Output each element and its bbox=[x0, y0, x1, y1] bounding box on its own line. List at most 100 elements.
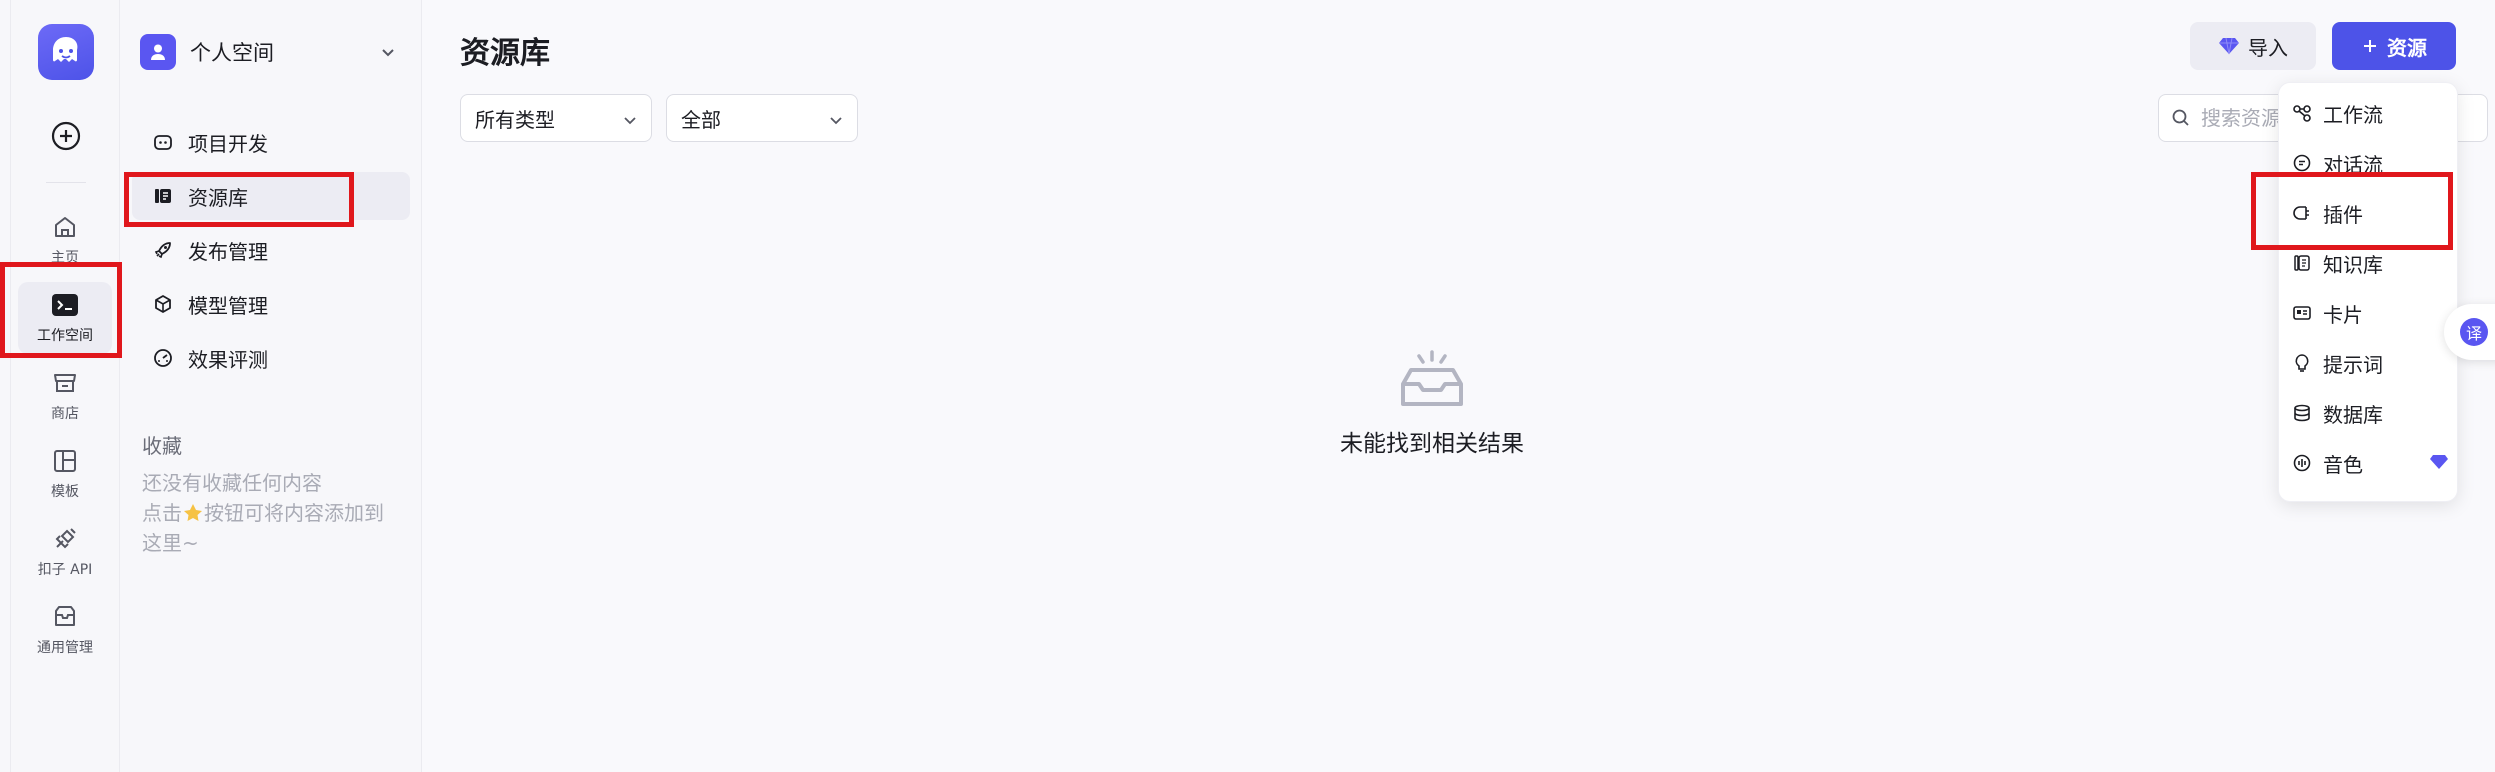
page-title: 资源库 bbox=[460, 36, 550, 71]
scope-filter-select[interactable]: 全部 bbox=[666, 94, 858, 142]
store-icon bbox=[54, 374, 76, 392]
rail-item-home[interactable]: 主页 bbox=[18, 204, 112, 276]
menu-item-card[interactable]: 卡片 bbox=[2279, 289, 2459, 337]
nav-item-label: 发布管理 bbox=[188, 239, 268, 264]
inbox-icon bbox=[55, 606, 75, 626]
import-label: 导入 bbox=[2248, 35, 2288, 60]
space-name: 个人空间 bbox=[190, 41, 274, 65]
space-switcher[interactable]: 个人空间 bbox=[140, 30, 402, 74]
menu-item-knowledge[interactable]: 知识库 bbox=[2279, 239, 2459, 287]
user-icon bbox=[151, 44, 165, 60]
menu-item-label: 对话流 bbox=[2323, 152, 2383, 177]
terminal-icon bbox=[52, 294, 78, 316]
menu-item-chatflow[interactable]: 对话流 bbox=[2279, 139, 2459, 187]
favorites-empty-text: 还没有收藏任何内容 点击 按钮可将内容添加到 这里~ bbox=[142, 468, 412, 558]
home-icon bbox=[55, 217, 75, 237]
menu-item-label: 提示词 bbox=[2323, 352, 2383, 377]
nav-item-models[interactable]: 模型管理 bbox=[132, 280, 410, 328]
favorites-hint-suffix: 按钮可将内容添加到 bbox=[204, 501, 384, 525]
bot-icon bbox=[152, 131, 174, 153]
add-resource-button[interactable]: 资源 bbox=[2332, 22, 2456, 70]
ghost-logo-icon bbox=[53, 37, 78, 62]
space-avatar bbox=[140, 34, 176, 70]
import-button[interactable]: 导入 bbox=[2190, 22, 2316, 70]
add-resource-label: 资源 bbox=[2387, 35, 2427, 60]
rail-separator bbox=[46, 182, 86, 183]
nav-item-publish[interactable]: 发布管理 bbox=[132, 226, 410, 274]
rail-item-label: 扣子 API bbox=[37, 562, 93, 578]
menu-item-label: 卡片 bbox=[2323, 302, 2363, 327]
menu-item-label: 数据库 bbox=[2323, 402, 2383, 427]
menu-item-workflow[interactable]: 工作流 bbox=[2279, 89, 2459, 137]
chevron-down-icon bbox=[382, 49, 394, 57]
empty-state: 未能找到相关结果 bbox=[1292, 350, 1572, 458]
favorites-empty-line: 这里~ bbox=[142, 531, 199, 555]
menu-item-label: 音色 bbox=[2323, 452, 2363, 477]
menu-item-prompt[interactable]: 提示词 bbox=[2279, 339, 2459, 387]
menu-item-label: 知识库 bbox=[2323, 252, 2383, 277]
favorites-title: 收藏 bbox=[142, 434, 182, 458]
chatflow-icon bbox=[2291, 152, 2313, 174]
rail-item-label: 工作空间 bbox=[37, 328, 93, 344]
empty-message: 未能找到相关结果 bbox=[1340, 431, 1524, 457]
rail-item-workspace[interactable]: 工作空间 bbox=[18, 282, 112, 354]
menu-item-label: 插件 bbox=[2323, 202, 2363, 227]
menu-item-label: 工作流 bbox=[2323, 102, 2383, 127]
empty-inbox-icon bbox=[1401, 350, 1463, 406]
menu-item-voice[interactable]: 音色 bbox=[2279, 439, 2459, 487]
plugin-icon bbox=[2291, 202, 2313, 224]
rocket-icon bbox=[152, 239, 174, 261]
template-icon bbox=[54, 450, 76, 472]
workspace-nav: 个人空间 项目开发 资源库 发布管理 模型管理 效果评测 收藏 还没有收藏任何内… bbox=[120, 0, 422, 772]
plus-circle-icon bbox=[51, 121, 81, 151]
cube-icon bbox=[152, 293, 174, 315]
chevron-down-icon bbox=[830, 117, 842, 125]
premium-diamond-icon bbox=[2430, 455, 2448, 469]
nav-item-evaluation[interactable]: 效果评测 bbox=[132, 334, 410, 382]
menu-item-database[interactable]: 数据库 bbox=[2279, 389, 2459, 437]
create-button[interactable] bbox=[48, 118, 84, 154]
gauge-icon bbox=[152, 347, 174, 369]
card-icon bbox=[2291, 302, 2313, 324]
nav-item-label: 模型管理 bbox=[188, 293, 268, 318]
main-content: 资源库 所有类型 全部 导入 资源 未能找到相关结果 bbox=[422, 0, 2495, 772]
database-icon bbox=[2291, 402, 2313, 424]
plus-icon bbox=[2364, 40, 2376, 52]
rail-item-store[interactable]: 商店 bbox=[18, 360, 112, 432]
workflow-icon bbox=[2291, 102, 2313, 124]
add-resource-menu: 工作流 对话流 插件 知识库 卡片 提示词 数据库 音色 bbox=[2278, 82, 2458, 502]
scope-filter-value: 全部 bbox=[681, 107, 721, 132]
rail-item-label: 商店 bbox=[51, 406, 79, 422]
type-filter-select[interactable]: 所有类型 bbox=[460, 94, 652, 142]
rail-edge-line bbox=[10, 0, 11, 772]
api-icon bbox=[55, 528, 76, 549]
star-icon bbox=[184, 504, 202, 521]
prompt-icon bbox=[2291, 352, 2313, 374]
menu-item-plugin[interactable]: 插件 bbox=[2279, 189, 2459, 237]
chevron-down-icon bbox=[624, 117, 636, 125]
left-rail: 主页 工作空间 商店 模板 扣子 API 通用管理 bbox=[0, 0, 120, 772]
app-logo[interactable] bbox=[38, 24, 94, 80]
search-icon bbox=[2172, 109, 2189, 126]
rail-item-general-settings[interactable]: 通用管理 bbox=[18, 594, 112, 666]
nav-item-label: 效果评测 bbox=[188, 347, 268, 372]
rail-item-api[interactable]: 扣子 API bbox=[18, 516, 112, 588]
translate-bubble[interactable]: 译 bbox=[2444, 304, 2495, 360]
type-filter-value: 所有类型 bbox=[475, 107, 555, 132]
voice-icon bbox=[2291, 452, 2313, 474]
nav-item-library[interactable]: 资源库 bbox=[132, 172, 410, 220]
nav-item-label: 资源库 bbox=[188, 185, 248, 210]
rail-item-label: 通用管理 bbox=[37, 640, 93, 656]
favorites-empty-line: 还没有收藏任何内容 bbox=[142, 471, 322, 495]
nav-item-project-dev[interactable]: 项目开发 bbox=[132, 118, 410, 166]
nav-item-label: 项目开发 bbox=[188, 131, 268, 156]
diamond-icon bbox=[2219, 37, 2239, 55]
translate-icon: 译 bbox=[2460, 318, 2488, 346]
favorites-empty-line: 点击 按钮可将内容添加到 bbox=[142, 498, 412, 528]
rail-item-label: 主页 bbox=[51, 250, 79, 266]
library-icon bbox=[152, 185, 174, 207]
knowledge-icon bbox=[2291, 252, 2313, 274]
favorites-hint-prefix: 点击 bbox=[142, 501, 182, 525]
rail-item-label: 模板 bbox=[51, 484, 79, 500]
rail-item-templates[interactable]: 模板 bbox=[18, 438, 112, 510]
